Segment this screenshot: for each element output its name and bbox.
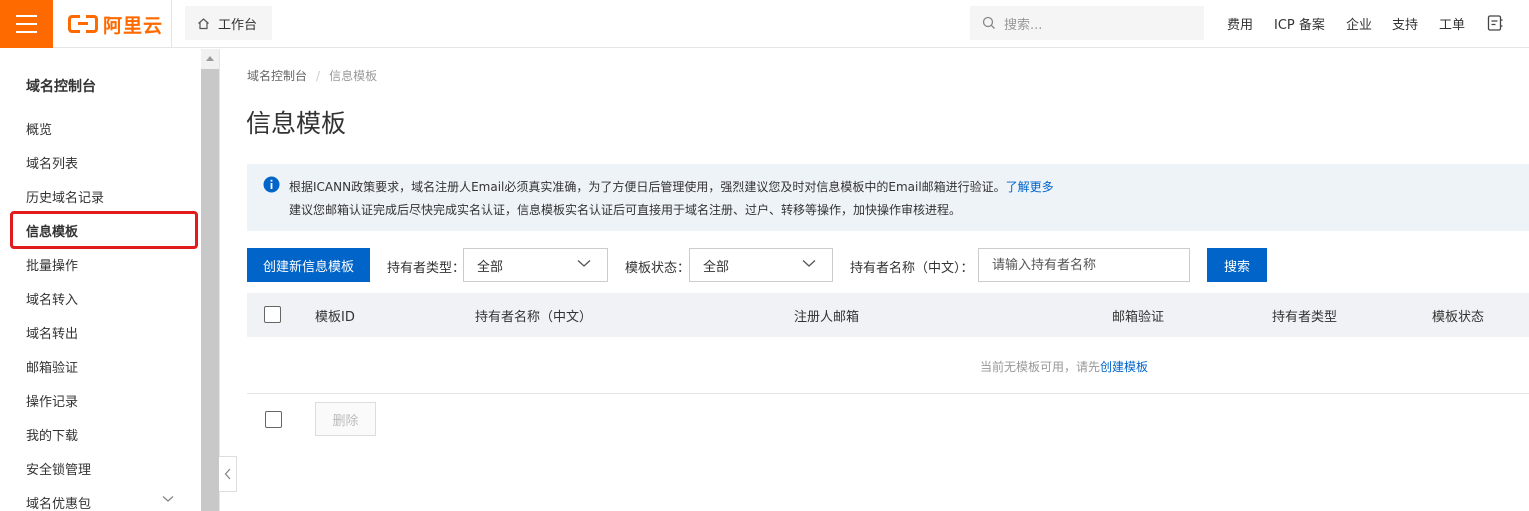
table-empty-row: 当前无模板可用，请先创建模板 bbox=[247, 337, 1529, 394]
sidebar-item-label: 操作记录 bbox=[26, 394, 79, 410]
chevron-down-icon bbox=[577, 260, 591, 267]
column-email-verify: 邮箱验证 bbox=[1112, 310, 1165, 325]
sidebar-item-overview[interactable]: 概览 bbox=[12, 111, 196, 145]
notice-text-line2: 建议您邮箱认证完成后尽快完成实名认证，信息模板实名认证后可直接用于域名注册、过户… bbox=[289, 203, 962, 217]
nav-fees[interactable]: 费用 bbox=[1227, 14, 1253, 33]
breadcrumb: 域名控制台 / 信息模板 bbox=[247, 67, 377, 84]
column-template-status: 模板状态 bbox=[1432, 310, 1485, 325]
sidebar-item-email-verify[interactable]: 邮箱验证 bbox=[12, 349, 196, 383]
top-divider bbox=[171, 0, 172, 48]
nav-enterprise[interactable]: 企业 bbox=[1346, 14, 1372, 33]
sidebar-scrollbar[interactable] bbox=[201, 49, 219, 511]
notice-policy-text: 根据ICANN政策要求，域名注册人Email必须真实准确，为了方便日后管理使用，… bbox=[289, 180, 1006, 194]
template-status-value: 全部 bbox=[703, 259, 730, 275]
nav-support[interactable]: 支持 bbox=[1392, 14, 1418, 33]
template-status-select[interactable]: 全部 bbox=[689, 248, 833, 282]
column-registrant-email: 注册人邮箱 bbox=[794, 310, 860, 325]
sidebar-item-security-lock[interactable]: 安全锁管理 bbox=[12, 451, 196, 485]
sidebar-item-label: 域名转入 bbox=[26, 292, 79, 308]
message-icon[interactable] bbox=[1487, 14, 1503, 32]
breadcrumb-separator: / bbox=[316, 68, 321, 83]
sidebar-collapse-button[interactable] bbox=[219, 456, 237, 492]
column-template-id: 模板ID bbox=[315, 310, 355, 325]
sidebar-item-transfer-out[interactable]: 域名转出 bbox=[12, 315, 196, 349]
info-icon bbox=[263, 176, 280, 193]
sidebar-item-downloads[interactable]: 我的下载 bbox=[12, 417, 196, 451]
sidebar-item-domain-list[interactable]: 域名列表 bbox=[12, 145, 196, 179]
page-title: 信息模板 bbox=[246, 109, 347, 138]
workbench-label: 工作台 bbox=[218, 17, 258, 33]
sidebar-title: 域名控制台 bbox=[26, 79, 96, 95]
aliyun-logo-icon bbox=[68, 14, 98, 34]
search-placeholder: 搜索... bbox=[1004, 17, 1043, 33]
sidebar-item-label: 安全锁管理 bbox=[26, 462, 92, 478]
create-template-button[interactable]: 创建新信息模板 bbox=[247, 248, 370, 282]
breadcrumb-root[interactable]: 域名控制台 bbox=[247, 67, 307, 84]
chevron-down-icon bbox=[802, 260, 816, 267]
content-divider bbox=[219, 49, 220, 511]
create-template-link[interactable]: 创建模板 bbox=[1100, 360, 1148, 374]
sidebar-item-label: 概览 bbox=[26, 122, 53, 138]
owner-type-select[interactable]: 全部 bbox=[463, 248, 608, 282]
table-header: 模板ID 持有者名称（中文） 注册人邮箱 邮箱验证 持有者类型 模板状态 bbox=[247, 293, 1529, 337]
brand-name: 阿里云 bbox=[103, 14, 164, 37]
learn-more-link[interactable]: 了解更多 bbox=[1006, 180, 1054, 194]
sidebar-item-label: 域名列表 bbox=[26, 156, 79, 172]
sidebar-item-label: 我的下载 bbox=[26, 428, 79, 444]
menu-icon[interactable] bbox=[0, 0, 53, 48]
aliyun-logo[interactable]: 阿里云 bbox=[68, 12, 164, 37]
global-search-input[interactable]: 搜索... bbox=[970, 6, 1204, 40]
sidebar-item-label: 信息模板 bbox=[26, 224, 79, 240]
owner-type-label: 持有者类型： bbox=[387, 261, 466, 276]
nav-ticket[interactable]: 工单 bbox=[1439, 14, 1465, 33]
scroll-up-arrow-icon[interactable] bbox=[201, 49, 219, 69]
column-owner-type: 持有者类型 bbox=[1272, 310, 1338, 325]
empty-state-text: 当前无模板可用，请先创建模板 bbox=[980, 358, 1148, 375]
column-owner-name: 持有者名称（中文） bbox=[475, 310, 593, 325]
sidebar-item-discount-pack[interactable]: 域名优惠包 bbox=[12, 485, 196, 511]
search-button[interactable]: 搜索 bbox=[1207, 248, 1267, 282]
top-bar: 阿里云 工作台 搜索... 费用 ICP 备案 企业 支持 工单 bbox=[0, 0, 1529, 48]
nav-icp[interactable]: ICP 备案 bbox=[1274, 14, 1325, 33]
sidebar-item-label: 域名优惠包 bbox=[26, 496, 92, 511]
sidebar-item-info-template[interactable]: 信息模板 bbox=[10, 211, 198, 249]
delete-button[interactable]: 删除 bbox=[315, 402, 376, 436]
owner-name-label: 持有者名称（中文）： bbox=[850, 261, 974, 276]
sidebar-item-label: 批量操作 bbox=[26, 258, 79, 274]
sidebar-item-label: 邮箱验证 bbox=[26, 360, 79, 376]
sidebar-item-operation-log[interactable]: 操作记录 bbox=[12, 383, 196, 417]
notice-text-line1: 根据ICANN政策要求，域名注册人Email必须真实准确，为了方便日后管理使用，… bbox=[289, 178, 1054, 195]
search-icon bbox=[982, 16, 995, 29]
chevron-down-icon[interactable] bbox=[162, 495, 174, 503]
sidebar-item-history[interactable]: 历史域名记录 bbox=[12, 179, 196, 213]
template-status-label: 模板状态： bbox=[625, 261, 691, 276]
sidebar-item-label: 域名转出 bbox=[26, 326, 79, 342]
select-all-checkbox[interactable] bbox=[264, 306, 281, 323]
bulk-select-checkbox[interactable] bbox=[265, 411, 282, 428]
sidebar-item-label: 历史域名记录 bbox=[26, 190, 105, 206]
owner-type-value: 全部 bbox=[477, 259, 504, 275]
chevron-left-icon bbox=[224, 468, 231, 480]
empty-message: 当前无模板可用，请先 bbox=[980, 360, 1101, 374]
sidebar-item-transfer-in[interactable]: 域名转入 bbox=[12, 281, 196, 315]
home-icon bbox=[198, 17, 209, 29]
icann-notice: 根据ICANN政策要求，域名注册人Email必须真实准确，为了方便日后管理使用，… bbox=[247, 164, 1529, 231]
workbench-button[interactable]: 工作台 bbox=[185, 6, 272, 40]
owner-name-input[interactable] bbox=[978, 248, 1190, 282]
breadcrumb-current: 信息模板 bbox=[329, 69, 378, 83]
sidebar-item-batch[interactable]: 批量操作 bbox=[12, 247, 196, 281]
